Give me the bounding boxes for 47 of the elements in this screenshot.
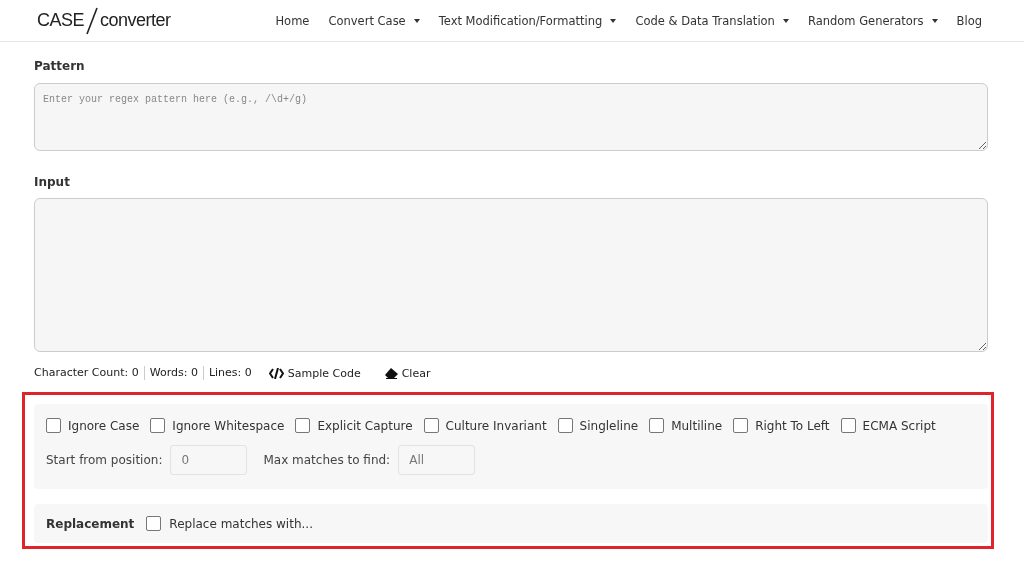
nav-link[interactable]: Code & Data Translation: [635, 13, 789, 28]
checkbox[interactable]: [146, 516, 162, 531]
checkbox[interactable]: [840, 418, 856, 433]
checkbox[interactable]: [557, 418, 573, 433]
checkbox-label[interactable]: Right To Left: [755, 418, 830, 433]
section-title: Replacement: [46, 516, 135, 531]
logo-text[interactable]: converter: [100, 10, 171, 31]
checkbox-label[interactable]: ECMA Script: [862, 418, 936, 433]
field-label: Max matches to find:: [263, 453, 391, 467]
stat-text: Lines: 0: [202, 366, 257, 380]
nav-link[interactable]: Text Modification/Formatting: [438, 13, 617, 28]
action-link[interactable]: Sample Code: [268, 366, 361, 380]
caret-icon: [610, 18, 617, 23]
logo-text[interactable]: CASE: [37, 10, 85, 31]
code-icon: [268, 367, 284, 379]
nav-link[interactable]: Random Generators: [807, 13, 938, 28]
checkbox[interactable]: [733, 418, 749, 433]
checkbox-label[interactable]: Ignore Case: [68, 418, 140, 433]
nav-link[interactable]: Blog: [956, 13, 982, 28]
eraser-icon: [384, 367, 398, 379]
checkbox-label[interactable]: Replace matches with...: [169, 516, 313, 531]
action-link[interactable]: Clear: [384, 366, 431, 380]
input-field[interactable]: [34, 198, 988, 352]
checkbox-label[interactable]: Multiline: [671, 418, 723, 433]
checkbox-label[interactable]: Ignore Whitespace: [172, 418, 285, 433]
nav-link[interactable]: Home: [275, 13, 310, 28]
stat-text: Character Count: 0: [34, 366, 140, 380]
caret-icon: [413, 18, 420, 23]
checkbox-label[interactable]: Culture Invariant: [445, 418, 547, 433]
start-position-field[interactable]: 0: [170, 445, 248, 475]
nav-link[interactable]: Convert Case: [328, 13, 420, 28]
field-label: Start from position:: [46, 453, 163, 467]
checkbox[interactable]: [423, 418, 439, 433]
checkbox-label[interactable]: Explicit Capture: [317, 418, 413, 433]
checkbox[interactable]: [46, 418, 61, 433]
checkbox-label[interactable]: Singleline: [579, 418, 639, 433]
field-label: Pattern: [34, 59, 86, 75]
checkbox[interactable]: [295, 418, 311, 433]
slash-icon: [85, 6, 100, 35]
field-label: Input: [34, 175, 71, 191]
stat-text: Words: 0: [143, 366, 203, 380]
caret-icon: [782, 18, 789, 23]
checkbox[interactable]: [150, 418, 166, 433]
pattern-field[interactable]: Enter your regex pattern here (e.g., /\d+/g): [34, 83, 988, 151]
caret-icon: [931, 18, 938, 23]
max-matches-field[interactable]: All: [398, 445, 476, 475]
checkbox[interactable]: [649, 418, 665, 433]
